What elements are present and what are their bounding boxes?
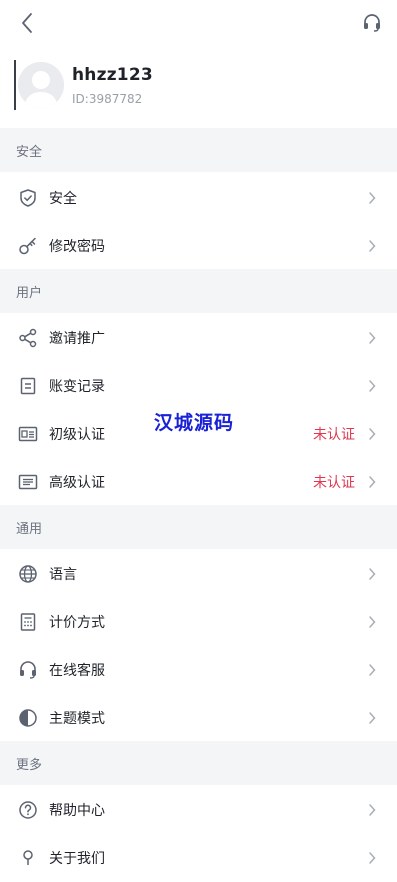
menu-item-label: 在线客服 [49,663,105,679]
chevron-right-icon [367,191,377,205]
menu-item-label: 修改密码 [49,239,105,255]
menu-item-label: 计价方式 [49,615,105,631]
chevron-right-icon [367,331,377,345]
menu-item-label: 帮助中心 [49,803,105,819]
id-card-icon [17,423,39,445]
section-header-user: 用户 [0,269,397,313]
headset-icon [364,14,380,32]
avatar-container [14,60,64,112]
menu-item-label: 关于我们 [49,851,105,867]
chevron-right-icon [367,803,377,817]
shield-check-icon [17,187,39,209]
menu-item-account-records[interactable]: 账变记录 [0,362,397,410]
globe-icon [17,563,39,585]
back-button[interactable] [14,10,40,36]
menu-item-about-us[interactable]: 关于我们 [0,834,397,882]
section-title: 用户 [16,285,43,301]
chevron-right-icon [367,567,377,581]
section-title: 通用 [16,521,43,537]
chevron-right-icon [367,711,377,725]
menu-item-invite[interactable]: 邀请推广 [0,314,397,362]
document-icon [17,375,39,397]
profile-header[interactable]: hhzz123 ID:3987782 [0,52,397,128]
chevron-right-icon [367,427,377,441]
share-icon [17,327,39,349]
menu-item-label: 主题模式 [49,711,105,727]
section-header-security: 安全 [0,128,397,172]
menu-item-language[interactable]: 语言 [0,550,397,598]
chevron-left-icon [22,13,32,33]
chevron-right-icon [367,663,377,677]
menu-item-label: 安全 [49,191,77,207]
chevron-right-icon [367,379,377,393]
menu-item-label: 邀请推广 [49,331,105,347]
chevron-right-icon [367,615,377,629]
menu-item-label: 初级认证 [49,427,105,443]
info-icon [17,847,39,869]
key-icon [17,235,39,257]
verification-status: 未认证 [313,475,355,491]
menu-item-security[interactable]: 安全 [0,174,397,222]
headset-icon [17,659,39,681]
calculator-icon [17,611,39,633]
chevron-right-icon [367,475,377,489]
menu-item-label: 语言 [49,567,77,583]
top-bar [0,0,397,48]
chevron-right-icon [367,851,377,865]
menu-item-help-center[interactable]: 帮助中心 [0,786,397,834]
section-header-general: 通用 [0,505,397,549]
chevron-right-icon [367,239,377,253]
question-circle-icon [17,799,39,821]
avatar[interactable] [18,62,64,108]
id-card-lines-icon [17,471,39,493]
menu-item-advanced-verification[interactable]: 高级认证 未认证 [0,458,397,506]
support-button[interactable] [359,10,385,36]
menu-item-change-password[interactable]: 修改密码 [0,222,397,270]
section-header-more: 更多 [0,741,397,785]
user-id: ID:3987782 [72,92,143,106]
watermark-text: 汉城源码 [154,412,235,434]
verification-status: 未认证 [313,427,355,443]
menu-item-online-support[interactable]: 在线客服 [0,646,397,694]
section-title: 更多 [16,757,43,773]
half-circle-icon [17,707,39,729]
menu-item-theme-mode[interactable]: 主题模式 [0,694,397,742]
avatar-divider [14,60,16,110]
default-avatar-icon [18,62,64,108]
menu-item-pricing-method[interactable]: 计价方式 [0,598,397,646]
menu-item-label: 账变记录 [49,379,105,395]
section-title: 安全 [16,144,43,160]
username: hhzz123 [72,65,153,85]
menu-item-label: 高级认证 [49,475,105,491]
